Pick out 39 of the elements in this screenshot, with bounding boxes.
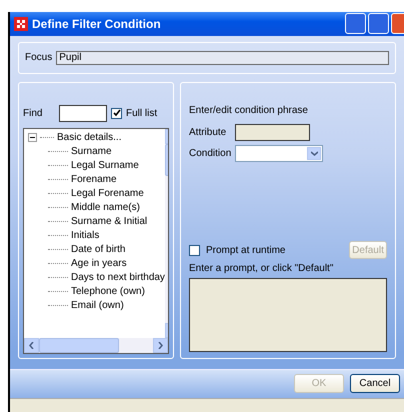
attribute-label: Attribute <box>189 126 228 138</box>
tree-item[interactable]: Telephone (own) <box>71 286 145 297</box>
attribute-field[interactable] <box>235 124 310 140</box>
tree-item[interactable]: Surname <box>71 146 112 157</box>
tree-item[interactable]: Email (own) <box>71 300 124 311</box>
tree-item[interactable]: Initials <box>71 230 100 241</box>
app-icon <box>14 16 28 31</box>
dialog-button[interactable]: Cancel <box>350 374 400 394</box>
minus-icon <box>30 135 35 140</box>
minimize-button[interactable] <box>345 13 366 34</box>
tree-item[interactable]: Forename <box>71 174 117 185</box>
section-heading: Enter/edit condition phrase <box>189 104 309 116</box>
horizontal-scrollbar[interactable] <box>24 338 168 352</box>
prompt-checkbox[interactable] <box>189 244 200 256</box>
tree-item[interactable]: Middle name(s) <box>71 202 140 213</box>
tree-item[interactable]: Days to next birthday <box>71 272 165 283</box>
find-field[interactable] <box>59 104 107 122</box>
find-label: Find <box>23 108 44 118</box>
focus-label: Focus <box>25 52 52 63</box>
tree-item[interactable]: Age in years <box>71 258 127 269</box>
full-list-label: Full list <box>126 108 158 118</box>
tree-item[interactable]: Basic details... <box>57 132 122 143</box>
window-title: Define Filter Condition <box>32 16 161 31</box>
full-list-checkbox[interactable] <box>111 108 122 118</box>
prompt-hint: Enter a prompt, or click "Default" <box>189 263 334 274</box>
scroll-right-button[interactable] <box>153 338 168 352</box>
prompt-field[interactable] <box>189 278 387 352</box>
collapse-toggle[interactable] <box>28 133 37 142</box>
condition-label: Condition <box>189 148 231 158</box>
focus-field[interactable]: Pupil <box>56 50 389 64</box>
chevron-down-icon <box>310 150 318 156</box>
maximize-button[interactable] <box>368 13 389 34</box>
tree-item[interactable]: Legal Surname <box>71 160 139 171</box>
tree-item[interactable]: Surname & Initial <box>71 216 148 227</box>
scroll-thumb[interactable] <box>39 338 119 352</box>
prompt-label: Prompt at runtime <box>206 244 286 256</box>
tree-item[interactable]: Date of birth <box>71 244 126 255</box>
tree-item[interactable]: Legal Forename <box>71 188 144 199</box>
scroll-left-button[interactable] <box>24 338 39 352</box>
